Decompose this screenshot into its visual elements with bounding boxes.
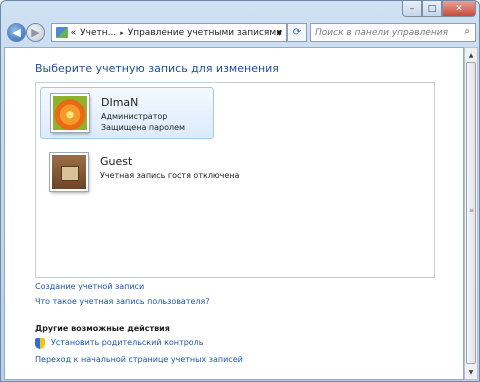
- breadcrumb-separator-icon[interactable]: ▸: [120, 29, 124, 37]
- maximize-button[interactable]: □: [422, 1, 442, 17]
- account-status: Учетная запись гостя отключена: [100, 171, 240, 180]
- title-bar: – □ ✕: [1, 1, 479, 19]
- scroll-thumb[interactable]: ≡: [466, 62, 476, 364]
- page-title: Выберите учетную запись для изменения: [35, 62, 279, 75]
- vertical-scrollbar[interactable]: ▲ ≡ ▼: [464, 47, 478, 380]
- account-item-guest[interactable]: Guest Учетная запись гостя отключена: [40, 147, 239, 199]
- parental-controls-link[interactable]: Установить родительский контроль: [51, 338, 204, 347]
- content-pane: Выберите учетную запись для изменения DI…: [4, 47, 464, 380]
- account-type: Администратор: [101, 112, 168, 121]
- address-bar[interactable]: « Учетн... ▸ Управление учетными записям…: [51, 23, 287, 42]
- breadcrumb-overflow[interactable]: «: [71, 28, 77, 38]
- flower-icon: [51, 94, 89, 132]
- search-icon[interactable]: ⌕: [464, 26, 470, 37]
- account-name: DImaN: [101, 96, 139, 109]
- accounts-home-link[interactable]: Переход к начальной странице учетных зап…: [35, 355, 243, 364]
- account-name: Guest: [100, 155, 133, 168]
- other-actions-heading: Другие возможные действия: [35, 324, 170, 333]
- search-box[interactable]: ⌕: [310, 23, 476, 42]
- address-dropdown-icon[interactable]: ▼: [277, 29, 282, 37]
- back-arrow-icon: ◀: [12, 26, 21, 39]
- breadcrumb-item-user-accounts[interactable]: Учетн...: [80, 28, 116, 38]
- scroll-up-arrow-icon[interactable]: ▲: [465, 48, 477, 62]
- accounts-list: DImaN Администратор Защищена паролем Gue…: [35, 82, 435, 278]
- forward-button[interactable]: ▶: [26, 23, 45, 42]
- breadcrumb-item-manage-accounts[interactable]: Управление учетными записями: [128, 28, 282, 38]
- search-input[interactable]: [315, 27, 455, 38]
- refresh-button[interactable]: ⟳: [287, 23, 307, 42]
- what-is-account-link[interactable]: Что такое учетная запись пользователя?: [35, 297, 210, 306]
- minimize-button[interactable]: –: [402, 1, 422, 17]
- refresh-icon: ⟳: [292, 27, 302, 38]
- guest-briefcase-icon: [50, 153, 88, 191]
- back-button[interactable]: ◀: [7, 23, 26, 42]
- close-button[interactable]: ✕: [442, 1, 476, 17]
- forward-arrow-icon: ▶: [31, 26, 40, 39]
- create-account-link[interactable]: Создание учетной записи: [35, 282, 144, 291]
- account-status: Защищена паролем: [101, 123, 186, 132]
- scroll-down-arrow-icon[interactable]: ▼: [465, 365, 477, 379]
- control-panel-icon: [56, 27, 68, 38]
- shield-icon: [35, 338, 45, 349]
- scroll-grip-icon: ≡: [469, 207, 475, 214]
- window: – □ ✕ ◀ ▶ « Учетн... ▸ Управление учетны…: [0, 0, 480, 382]
- navigation-bar: ◀ ▶ « Учетн... ▸ Управление учетными зап…: [1, 20, 479, 46]
- account-item-dimam[interactable]: DImaN Администратор Защищена паролем: [40, 87, 214, 139]
